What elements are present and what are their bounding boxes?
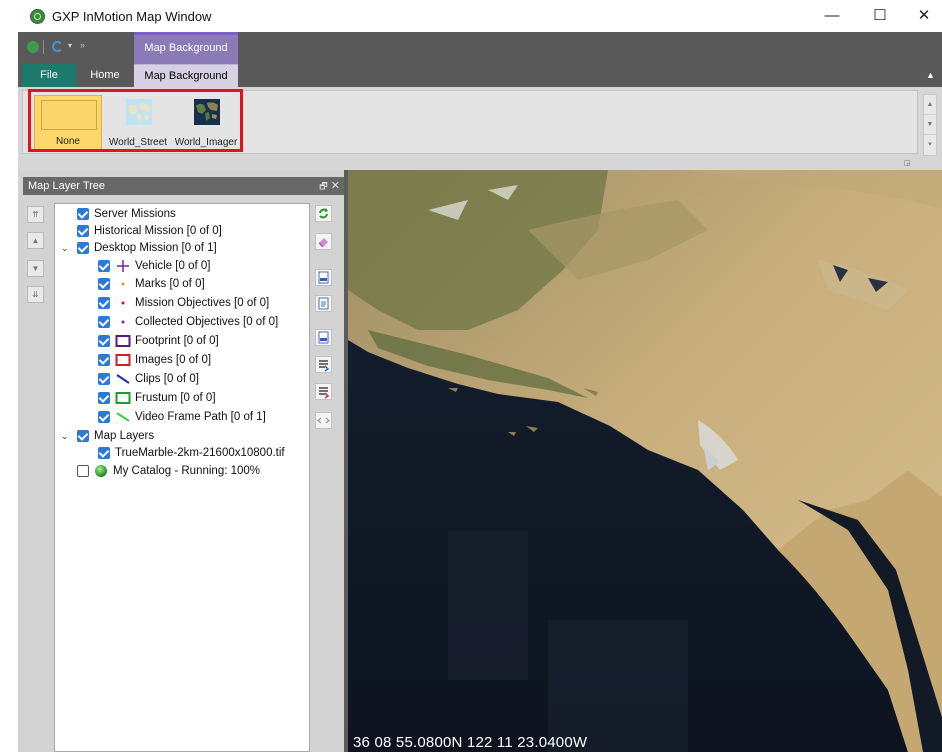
chevron-down-icon[interactable]: ⌄ (61, 239, 71, 257)
tree-node-label: Footprint [0 of 0] (135, 335, 219, 347)
gallery-highlight-box (28, 89, 243, 152)
tree-node-label: Mission Objectives [0 of 0] (135, 297, 270, 309)
move-to-top-icon[interactable]: ⇈ (27, 206, 44, 223)
tab-map-background[interactable]: Map Background (134, 64, 238, 88)
gallery-scroll-down-icon[interactable]: ▼ (924, 115, 936, 135)
qat-overflow-icon[interactable]: » (80, 40, 85, 50)
tree-node-label: Vehicle [0 of 0] (135, 260, 211, 272)
map-layer-tree-panel: Map Layer Tree 🗗 ✕ ⇈ ▲ ▼ ⇊ Server Missio… (18, 170, 344, 752)
checkbox-checked[interactable] (77, 208, 89, 220)
float-panel-icon[interactable]: 🗗 (319, 181, 327, 191)
map-view[interactable] (344, 170, 942, 752)
checkbox-checked[interactable] (77, 242, 89, 254)
qat-divider (43, 40, 44, 54)
tree-node-label: Collected Objectives [0 of 0] (135, 316, 279, 328)
gallery-scrollbar[interactable]: ▲ ▼ ▾ (923, 94, 937, 156)
checkbox-checked[interactable] (98, 447, 110, 459)
mark-dot-icon (121, 282, 125, 286)
import-layer-icon[interactable] (315, 356, 332, 373)
maximize-button[interactable]: ☐ (860, 4, 900, 28)
undo-icon[interactable] (52, 41, 63, 52)
panel-title: Map Layer Tree (28, 180, 106, 192)
undo-dropdown-icon[interactable]: ▾ (68, 41, 72, 50)
checkbox-checked[interactable] (98, 354, 110, 366)
checkbox-checked[interactable] (98, 278, 110, 290)
tree-node-label: Images [0 of 0] (135, 354, 212, 366)
layer-tree: Server Missions Historical Mission [0 of… (54, 203, 310, 752)
tree-node-label: Frustum [0 of 0] (135, 392, 216, 404)
app-menu-globe-icon[interactable] (27, 41, 39, 53)
move-down-icon[interactable]: ▼ (27, 260, 44, 277)
contextual-tab-group-header: Map Background (134, 32, 238, 64)
tree-node-label: Marks [0 of 0] (135, 278, 205, 290)
status-green-icon (95, 465, 107, 477)
tree-node-label: Server Missions (94, 208, 176, 220)
tree-node-label: TrueMarble-2km-21600x10800.tif (115, 447, 285, 459)
checkbox-checked[interactable] (98, 411, 110, 423)
checkbox-checked[interactable] (98, 392, 110, 404)
move-up-icon[interactable]: ▲ (27, 232, 44, 249)
checkbox-checked[interactable] (98, 260, 110, 272)
checkbox-checked[interactable] (98, 335, 110, 347)
panel-header: Map Layer Tree 🗗 ✕ (23, 177, 344, 195)
vehicle-cross-icon (117, 260, 129, 272)
chevron-down-icon[interactable]: ⌄ (61, 427, 71, 445)
window-left-margin (0, 32, 18, 752)
satellite-map-image (348, 170, 942, 752)
coordinate-readout: 36 08 55.0800N 122 11 23.0400W (353, 734, 588, 751)
tab-home[interactable]: Home (80, 64, 130, 87)
gallery-expand-icon[interactable]: ▾ (924, 135, 936, 154)
window-title: GXP InMotion Map Window (52, 9, 212, 24)
title-bar: GXP InMotion Map Window — ☐ ✕ (0, 0, 942, 32)
import-layer-alt-icon[interactable] (315, 383, 332, 400)
refresh-icon[interactable] (315, 205, 332, 222)
tree-node-label: Historical Mission [0 of 0] (94, 225, 222, 237)
tree-node-label: Video Frame Path [0 of 1] (135, 411, 266, 423)
checkbox-unchecked[interactable] (77, 465, 89, 477)
clips-line-icon (116, 374, 130, 384)
footprint-rect-icon (115, 335, 131, 347)
checkbox-checked[interactable] (98, 373, 110, 385)
export-json-icon[interactable] (315, 329, 332, 346)
tree-node-label: Map Layers (94, 430, 155, 442)
tab-file[interactable]: File (22, 64, 76, 87)
checkbox-checked[interactable] (77, 225, 89, 237)
app-globe-icon (30, 9, 45, 24)
export-kml-icon[interactable] (315, 269, 332, 286)
collapse-ribbon-icon[interactable]: ▲ (926, 64, 935, 87)
checkbox-checked[interactable] (77, 430, 89, 442)
objective-dot-icon (121, 301, 125, 305)
minimize-button[interactable]: — (812, 4, 852, 28)
images-rect-icon (115, 354, 131, 366)
checkbox-checked[interactable] (98, 297, 110, 309)
close-panel-icon[interactable]: ✕ (331, 180, 340, 192)
ribbon-tab-strip: File Home Map Background ▲ ? (18, 64, 942, 88)
gallery-scroll-up-icon[interactable]: ▲ (924, 95, 936, 115)
checkbox-checked[interactable] (98, 316, 110, 328)
collected-dot-icon (121, 320, 125, 324)
close-button[interactable]: ✕ (904, 4, 942, 28)
code-view-icon[interactable] (315, 412, 332, 429)
move-to-bottom-icon[interactable]: ⇊ (27, 286, 44, 303)
eraser-icon[interactable] (315, 233, 332, 250)
tree-node-label: Desktop Mission [0 of 1] (94, 242, 217, 254)
frustum-rect-icon (115, 392, 131, 404)
tree-node-label: My Catalog - Running: 100% (113, 465, 261, 477)
tree-node-label: Clips [0 of 0] (135, 373, 199, 385)
video-path-line-icon (116, 412, 130, 422)
export-document-icon[interactable] (315, 295, 332, 312)
dialog-launcher-icon[interactable]: ◲ (904, 159, 913, 168)
